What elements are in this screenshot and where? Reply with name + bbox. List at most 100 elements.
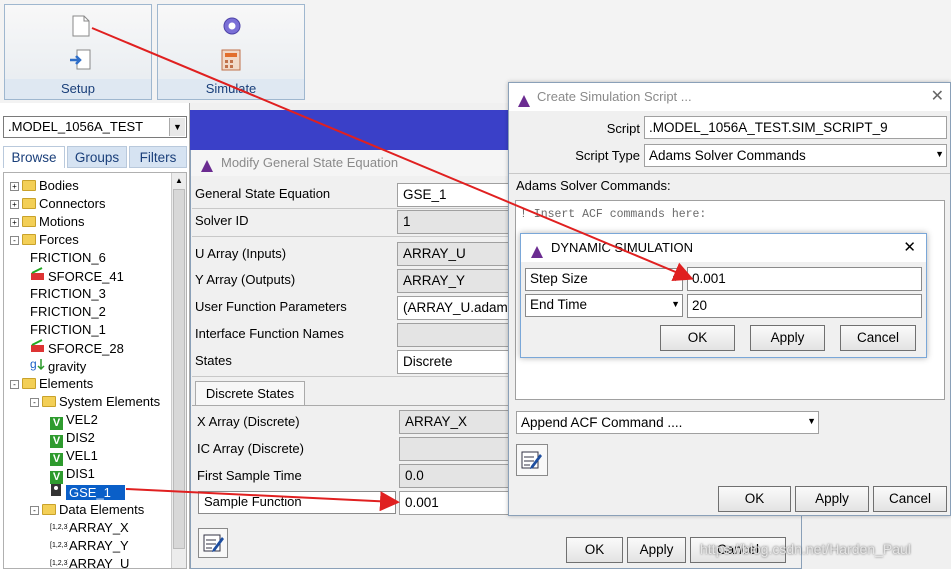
tree-item[interactable]: [1,2,3] ARRAY_Y [50,537,129,555]
tree-item[interactable]: FRICTION_2 [30,303,106,321]
gse-icon [50,484,62,500]
collapse-icon[interactable]: - [30,506,39,515]
tree-scrollbar[interactable]: ▲ [171,173,186,568]
function-builder-button[interactable] [198,528,228,558]
append-acf-command-select[interactable]: Append ACF Command .... ▼ [516,411,819,434]
solver-commands-label: Adams Solver Commands: [516,178,671,193]
collapse-icon[interactable]: - [30,398,39,407]
sim-script-cancel-button[interactable]: Cancel [873,486,947,512]
interface-function-names-field[interactable] [397,323,509,347]
gse-apply-button[interactable]: Apply [627,537,686,563]
tree-item[interactable]: - Data Elements [30,501,144,519]
close-icon[interactable]: ✕ [931,83,944,111]
scroll-up-icon[interactable]: ▲ [172,173,186,188]
tree-item-label: VEL1 [66,448,98,463]
y-array-field[interactable]: ARRAY_Y [397,269,509,293]
expand-icon[interactable]: + [10,218,19,227]
divider [509,173,950,174]
sample-function-select[interactable]: Sample Function ▼ [198,491,396,514]
tree-item-label: GSE_1 [66,485,125,500]
tree-item[interactable]: + Motions [10,213,85,231]
first-sample-time-field[interactable]: 0.0 [399,464,509,488]
expand-icon[interactable]: + [10,182,19,191]
sample-function-field[interactable]: 0.001 [399,491,509,515]
divider [192,376,508,377]
commands-text: ! Insert ACF commands here: [520,208,707,221]
calculator-icon [220,49,244,74]
svg-text:g: g [30,357,37,371]
expand-icon[interactable]: + [10,200,19,209]
tree-item[interactable]: FRICTION_6 [30,249,106,267]
script-name-field[interactable]: .MODEL_1056A_TEST.SIM_SCRIPT_9 [644,116,947,139]
gse-name-field[interactable]: GSE_1 [397,183,509,207]
tree-item-label: Bodies [39,178,79,193]
tree-item-label: Connectors [39,196,106,211]
svg-text:[1,2,3]: [1,2,3] [50,524,68,531]
tree-item[interactable]: + Connectors [10,195,105,213]
x-array-field[interactable]: ARRAY_X [399,410,509,434]
solver-id-label: Solver ID [195,213,249,228]
sim-script-ok-button[interactable]: OK [718,486,791,512]
tree-item[interactable]: GSE_1 [50,483,125,501]
tree-item[interactable]: [1,2,3] ARRAY_U [50,555,129,568]
solver-id-field[interactable]: 1 [397,210,509,234]
gse-ok-button[interactable]: OK [566,537,623,563]
dynamic-apply-button[interactable]: Apply [750,325,825,351]
end-time-select[interactable]: End Time ▼ [525,294,683,317]
first-sample-time-label: First Sample Time [197,468,302,483]
chevron-down-icon[interactable]: ▼ [807,416,816,426]
tree-item-label: FRICTION_1 [30,322,106,337]
tree-item[interactable]: SFORCE_41 [30,267,124,285]
tree-item[interactable]: - Elements [10,375,93,393]
tree-item-label: ARRAY_X [69,520,129,535]
chevron-down-icon[interactable]: ▼ [935,149,944,159]
tree-item[interactable]: SFORCE_28 [30,339,124,357]
model-select[interactable]: .MODEL_1056A_TEST ▼ [3,116,187,138]
u-array-field[interactable]: ARRAY_U [397,242,509,266]
step-size-input[interactable]: 0.001 [687,267,922,291]
interface-function-names-label: Interface Function Names [195,326,344,341]
states-select[interactable]: Discrete [397,350,509,374]
chevron-down-icon[interactable]: ▼ [671,299,680,309]
tab-groups[interactable]: Groups [67,146,127,168]
tree-item[interactable]: FRICTION_1 [30,321,106,339]
chevron-down-icon[interactable]: ▼ [671,273,680,283]
scroll-thumb[interactable] [173,189,185,549]
tree-item[interactable]: - Forces [10,231,79,249]
simulate-label: Simulate [158,79,304,99]
user-function-params-field[interactable]: (ARRAY_U.adams [397,296,509,320]
tree-item[interactable]: V DIS1 [50,465,95,484]
tree-item[interactable]: V VEL1 [50,447,98,466]
simulate-button[interactable]: Simulate [157,4,305,100]
tree-item[interactable]: [1,2,3] ARRAY_X [50,519,129,537]
collapse-icon[interactable]: - [10,380,19,389]
tree-item[interactable]: V VEL2 [50,411,98,430]
dynamic-cancel-button[interactable]: Cancel [840,325,916,351]
adams-logo-icon [200,156,214,182]
tree-item[interactable]: - System Elements [30,393,160,411]
script-type-select[interactable]: Adams Solver Commands ▼ [644,144,947,167]
tab-discrete-states[interactable]: Discrete States [195,381,305,405]
tree-item[interactable]: V DIS2 [50,429,95,448]
dynamic-ok-button[interactable]: OK [660,325,735,351]
step-size-select[interactable]: Step Size ▼ [525,268,683,291]
sim-script-apply-button[interactable]: Apply [795,486,869,512]
tab-browse[interactable]: Browse [3,146,65,168]
tab-filters[interactable]: Filters [129,146,187,168]
command-builder-button[interactable] [516,444,548,476]
gravity-icon: g [30,357,46,374]
ic-array-field[interactable] [399,437,509,461]
collapse-icon[interactable]: - [10,236,19,245]
edit-pen-icon [203,532,225,557]
tree-item-label: Data Elements [59,502,145,517]
setup-button[interactable]: Setup [4,4,152,100]
close-icon[interactable]: ✕ [903,234,916,262]
tree-item[interactable]: + Bodies [10,177,79,195]
tree-item[interactable]: g gravity [30,357,86,375]
chevron-down-icon[interactable]: ▼ [169,118,185,136]
folder-icon [22,180,36,191]
tree-item[interactable]: FRICTION_3 [30,285,106,303]
end-time-input[interactable]: 20 [687,294,922,318]
chevron-down-icon[interactable]: ▼ [384,496,393,506]
sample-function-select-label: Sample Function [204,494,302,509]
